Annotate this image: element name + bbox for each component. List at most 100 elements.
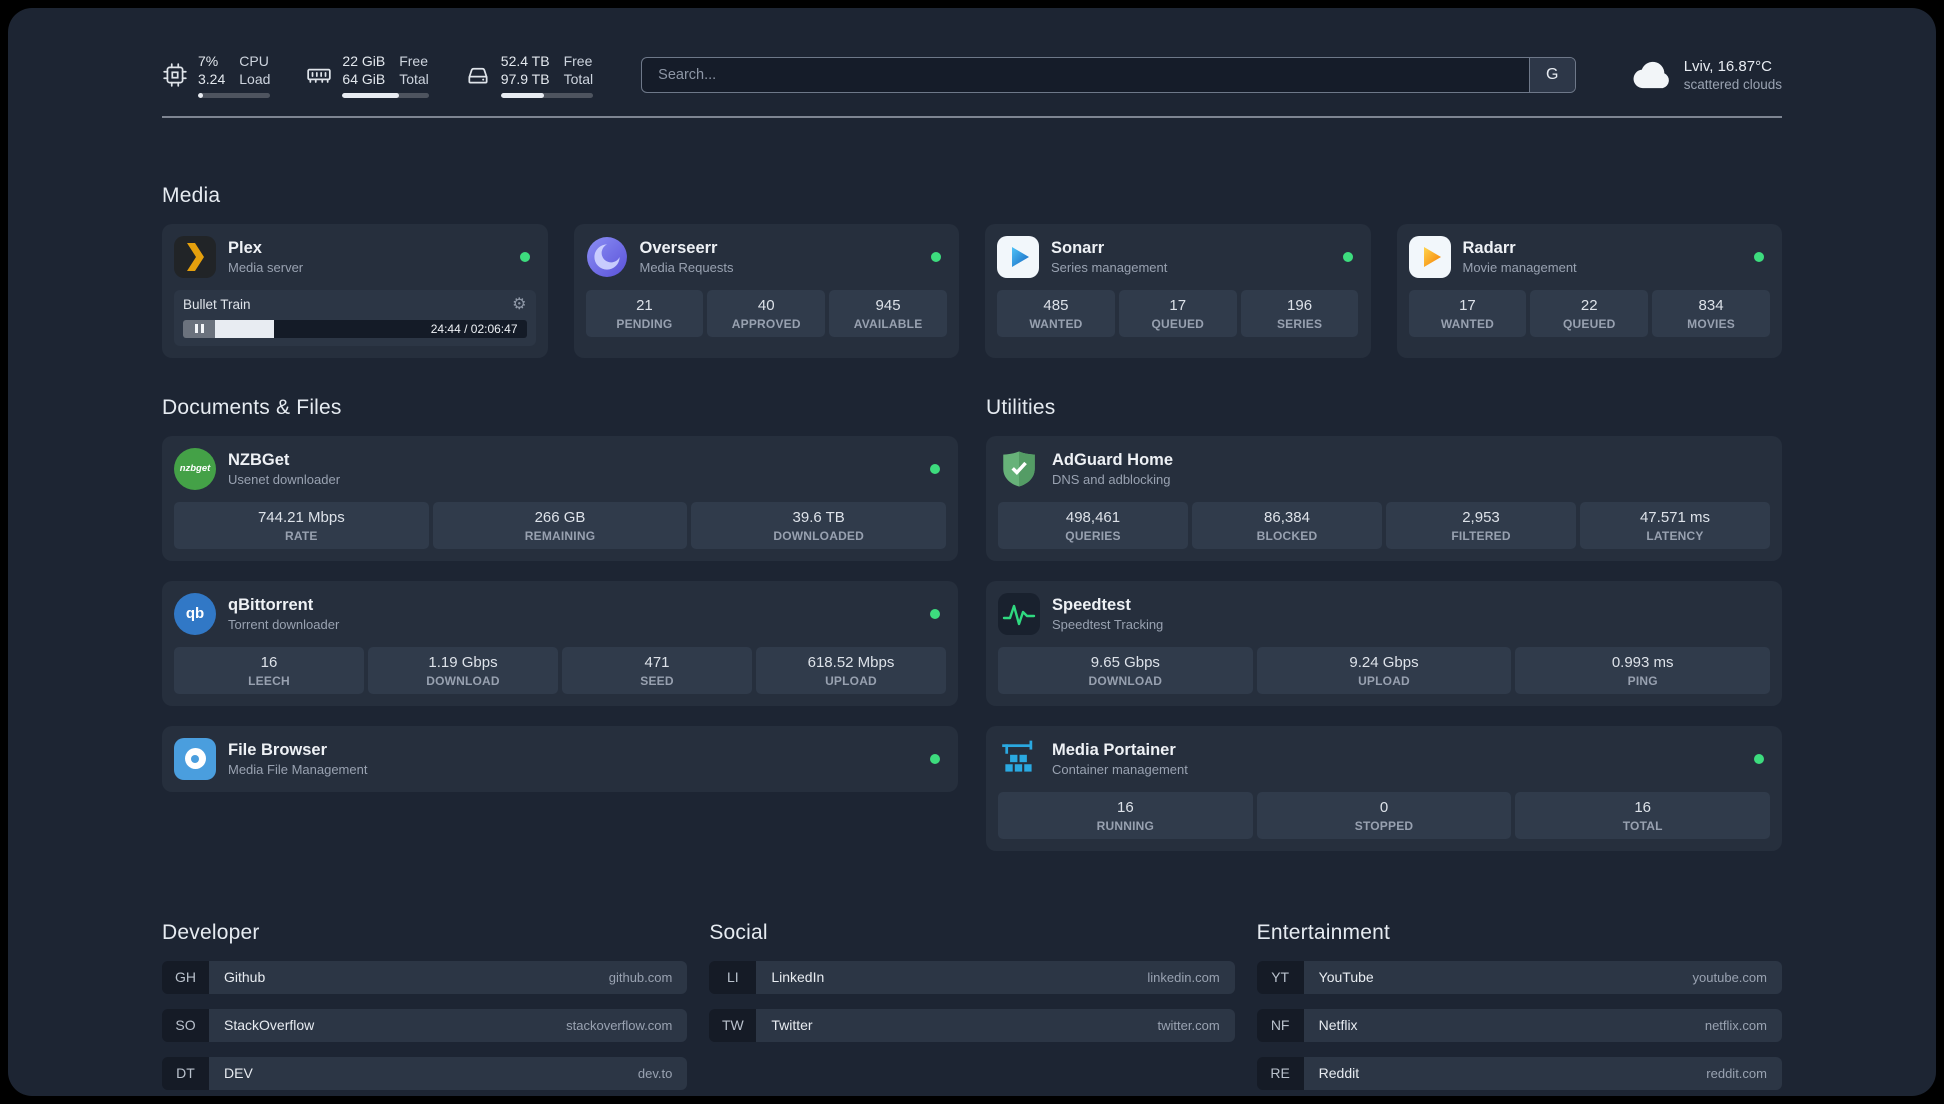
stat-label: QUEUED bbox=[1562, 316, 1616, 331]
status-dot bbox=[930, 608, 940, 619]
now-playing-title: Bullet Train bbox=[183, 297, 251, 313]
stat-label: QUERIES bbox=[1065, 528, 1121, 543]
service-card-qbittorrent[interactable]: qb qBittorrent Torrent downloader 16 LEE… bbox=[162, 580, 958, 706]
stat-total: 16 TOTAL bbox=[1515, 791, 1771, 839]
service-card-adguard[interactable]: AdGuard Home DNS and adblocking 498,461 … bbox=[986, 435, 1782, 561]
service-description: Container management bbox=[1052, 761, 1188, 777]
memory-progress-fill bbox=[342, 92, 400, 98]
bookmark-name: StackOverflow bbox=[224, 1017, 315, 1034]
stat-value: 21 bbox=[636, 296, 653, 314]
service-card-radarr[interactable]: Radarr Movie management 17 WANTED 22 QUE… bbox=[1396, 223, 1782, 358]
service-card-nzbget[interactable]: nzbget NZBGet Usenet downloader 744.21 M… bbox=[162, 435, 958, 561]
bookmark-group-social: Social LI LinkedIn linkedin.com TW Twitt… bbox=[709, 921, 1235, 1096]
bookmark-twitter[interactable]: TW Twitter twitter.com bbox=[709, 1008, 1235, 1042]
stat-label: BLOCKED bbox=[1256, 528, 1318, 543]
stat-label: UPLOAD bbox=[825, 673, 877, 688]
bookmark-dev[interactable]: DT DEV dev.to bbox=[162, 1056, 688, 1090]
service-name: Radarr bbox=[1462, 238, 1516, 257]
cpu-progress-bar bbox=[198, 92, 271, 98]
service-description: Media Requests bbox=[639, 259, 734, 275]
service-name: Media Portainer bbox=[1052, 740, 1176, 759]
service-description: Speedtest Tracking bbox=[1052, 616, 1164, 632]
bookmark-name: Github bbox=[224, 969, 266, 986]
bookmark-abbr: LI bbox=[709, 960, 757, 994]
cpu-label: CPU bbox=[239, 53, 269, 69]
service-card-sonarr[interactable]: Sonarr Series management 485 WANTED 17 Q… bbox=[985, 223, 1371, 358]
stat-queued: 22 QUEUED bbox=[1530, 289, 1649, 337]
playback-progress-bar[interactable]: 24:44 / 02:06:47 bbox=[215, 319, 527, 338]
stat-value: 0.993 ms bbox=[1611, 653, 1674, 671]
stat-label: QUEUED bbox=[1151, 316, 1205, 331]
service-description: Usenet downloader bbox=[228, 471, 341, 487]
speedtest-icon bbox=[998, 592, 1040, 635]
bookmark-netflix[interactable]: NF Netflix netflix.com bbox=[1256, 1008, 1782, 1042]
stat-value: 0 bbox=[1379, 798, 1389, 816]
bookmark-stackoverflow[interactable]: SO StackOverflow stackoverflow.com bbox=[162, 1008, 688, 1042]
service-card-plex[interactable]: Plex Media server Bullet Train ⚙ 24:44 /… bbox=[162, 223, 548, 358]
stat-value: 17 bbox=[1169, 296, 1187, 314]
service-card-filebrowser[interactable]: File Browser Media File Management bbox=[162, 725, 958, 792]
qbittorrent-icon-text: qb bbox=[185, 605, 205, 623]
stat-value: 618.52 Mbps bbox=[807, 653, 895, 671]
memory-progress-bar bbox=[342, 92, 429, 98]
status-dot bbox=[1342, 251, 1353, 262]
stat-value: 471 bbox=[644, 653, 670, 671]
service-card-speedtest[interactable]: Speedtest Speedtest Tracking 9.65 Gbps D… bbox=[986, 580, 1782, 706]
service-name: Overseerr bbox=[639, 238, 718, 257]
stat-queued: 17 QUEUED bbox=[1118, 289, 1237, 337]
bookmark-domain: linkedin.com bbox=[1147, 969, 1220, 985]
stat-label: PENDING bbox=[616, 316, 673, 331]
service-name: File Browser bbox=[228, 740, 328, 759]
stat-upload: 9.24 Gbps UPLOAD bbox=[1256, 646, 1512, 694]
search-input[interactable] bbox=[642, 57, 1529, 92]
status-dot bbox=[931, 251, 941, 262]
disk-progress-fill bbox=[500, 92, 545, 98]
stat-value: 744.21 Mbps bbox=[257, 508, 345, 526]
bookmark-linkedin[interactable]: LI LinkedIn linkedin.com bbox=[709, 960, 1235, 994]
bookmark-name: Netflix bbox=[1318, 1017, 1358, 1034]
pause-button[interactable] bbox=[183, 319, 215, 338]
stat-filtered: 2,953 FILTERED bbox=[1386, 501, 1576, 549]
adguard-shield-icon bbox=[998, 448, 1040, 490]
section-title-entertainment: Entertainment bbox=[1256, 920, 1390, 944]
stat-label: FILTERED bbox=[1451, 528, 1511, 543]
dashboard-page: 7% 3.24 CPU Load 22 GiB 64 GiB Free Tota… bbox=[8, 8, 1936, 1096]
stat-value: 16 bbox=[1116, 798, 1134, 816]
stat-label: LEECH bbox=[248, 673, 290, 688]
stat-value: 17 bbox=[1459, 296, 1476, 314]
sonarr-icon bbox=[997, 235, 1039, 278]
stat-value: 498,461 bbox=[1065, 508, 1121, 526]
settings-gear-icon[interactable]: ⚙ bbox=[512, 296, 526, 313]
stat-label: DOWNLOAD bbox=[426, 673, 500, 688]
bookmark-github[interactable]: GH Github github.com bbox=[162, 960, 688, 994]
stat-remaining: 266 GB REMAINING bbox=[432, 501, 688, 549]
service-name: NZBGet bbox=[228, 450, 290, 469]
stat-label: APPROVED bbox=[731, 316, 801, 331]
bookmark-abbr: RE bbox=[1256, 1056, 1304, 1090]
bookmark-abbr: DT bbox=[162, 1056, 209, 1090]
bookmark-reddit[interactable]: RE Reddit reddit.com bbox=[1256, 1056, 1782, 1090]
stat-movies: 834 MOVIES bbox=[1652, 289, 1770, 337]
resource-widgets: 7% 3.24 CPU Load 22 GiB 64 GiB Free Tota… bbox=[162, 52, 594, 98]
stat-label: AVAILABLE bbox=[853, 316, 923, 331]
bookmark-group-entertainment: Entertainment YT YouTube youtube.com NF … bbox=[1256, 920, 1782, 1096]
bookmark-name: Twitter bbox=[771, 1017, 813, 1034]
section-title-documents: Documents & Files bbox=[162, 395, 342, 419]
stat-label: RATE bbox=[285, 528, 318, 543]
stat-label: DOWNLOAD bbox=[1088, 673, 1163, 688]
status-dot bbox=[1754, 251, 1764, 262]
stat-value: 47.571 ms bbox=[1639, 508, 1711, 526]
service-card-portainer[interactable]: Media Portainer Container management 16 … bbox=[986, 725, 1782, 851]
stat-value: 945 bbox=[875, 296, 901, 314]
service-name: Speedtest bbox=[1052, 595, 1131, 614]
nzbget-icon: nzbget bbox=[174, 447, 216, 490]
weather-condition: scattered clouds bbox=[1683, 76, 1782, 92]
cpu-progress-fill bbox=[198, 92, 204, 98]
stat-value: 86,384 bbox=[1264, 508, 1310, 526]
stat-label: MOVIES bbox=[1687, 316, 1736, 331]
search-provider-button[interactable]: G bbox=[1528, 57, 1575, 92]
bookmark-abbr: TW bbox=[709, 1008, 757, 1042]
service-card-overseerr[interactable]: Overseerr Media Requests 21 PENDING 40 A… bbox=[573, 223, 959, 358]
bookmark-youtube[interactable]: YT YouTube youtube.com bbox=[1256, 960, 1782, 994]
memory-icon bbox=[306, 62, 332, 88]
